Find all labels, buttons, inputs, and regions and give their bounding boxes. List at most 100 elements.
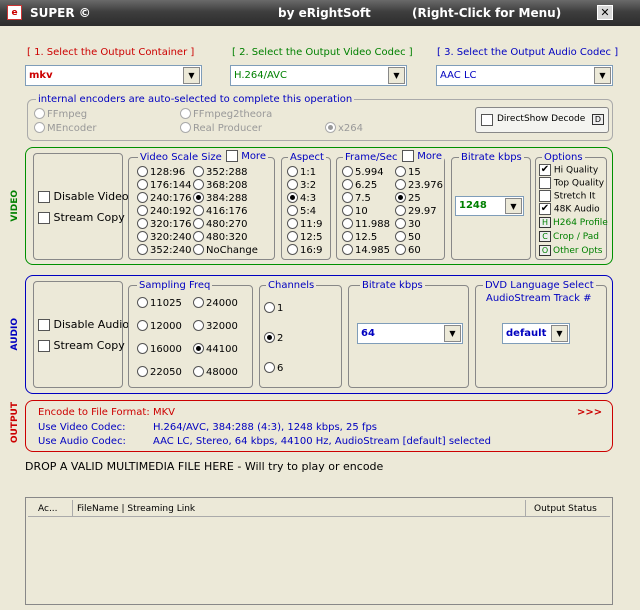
- radio-icon[interactable]: [342, 192, 353, 203]
- radio-icon[interactable]: [342, 166, 353, 177]
- radio-icon[interactable]: [193, 343, 204, 354]
- scale-option[interactable]: 480:320: [193, 231, 248, 244]
- freq-option[interactable]: 22050: [137, 366, 182, 379]
- radio-icon[interactable]: [193, 218, 204, 229]
- dvd-track-dropdown[interactable]: default ▼: [502, 323, 570, 344]
- h264-profile-button[interactable]: H H264 Profile: [539, 217, 608, 230]
- aspect-option[interactable]: 1:1: [287, 166, 316, 179]
- video-scale-more[interactable]: More: [224, 150, 268, 162]
- radio-icon[interactable]: [193, 205, 204, 216]
- fps-option[interactable]: 5.994: [342, 166, 384, 179]
- output-arrows[interactable]: >>>: [577, 406, 602, 419]
- radio-icon[interactable]: [342, 231, 353, 242]
- radio-icon[interactable]: [395, 205, 406, 216]
- scale-option[interactable]: 240:176: [137, 192, 192, 205]
- fps-option[interactable]: 15: [395, 166, 421, 179]
- radio-icon[interactable]: [137, 343, 148, 354]
- radio-icon[interactable]: [395, 244, 406, 255]
- scale-option[interactable]: 128:96: [137, 166, 185, 179]
- freq-option[interactable]: 48000: [193, 366, 238, 379]
- fps-option[interactable]: 14.985: [342, 244, 390, 257]
- encoder-ffmpeg2theora[interactable]: FFmpeg2theora: [180, 108, 272, 121]
- radio-icon[interactable]: [137, 244, 148, 255]
- aspect-option[interactable]: 5:4: [287, 205, 316, 218]
- aspect-option[interactable]: 12:5: [287, 231, 322, 244]
- video-bitrate-dropdown[interactable]: 1248 ▼: [455, 196, 524, 216]
- radio-icon[interactable]: [287, 218, 298, 229]
- scale-option[interactable]: 240:192: [137, 205, 192, 218]
- radio-icon[interactable]: [193, 192, 204, 203]
- fps-option[interactable]: 23.976: [395, 179, 443, 192]
- radio-icon[interactable]: [287, 179, 298, 190]
- scale-option[interactable]: 176:144: [137, 179, 192, 192]
- radio-icon[interactable]: [137, 218, 148, 229]
- chevron-down-icon[interactable]: ▼: [594, 67, 611, 84]
- freq-option[interactable]: 12000: [137, 320, 182, 333]
- 48k-audio-checkbox[interactable]: ✔ 48K Audio: [539, 203, 600, 216]
- other-opts-button[interactable]: O Other Opts: [539, 245, 602, 258]
- video-stream-copy-checkbox[interactable]: Stream Copy: [38, 211, 125, 224]
- directshow-checkbox[interactable]: [481, 114, 493, 126]
- disable-audio-checkbox[interactable]: Disable Audio: [38, 318, 129, 331]
- freq-option[interactable]: 24000: [193, 297, 238, 310]
- radio-icon[interactable]: [137, 297, 148, 308]
- audio-bitrate-dropdown[interactable]: 64 ▼: [357, 323, 463, 344]
- radio-icon[interactable]: [342, 244, 353, 255]
- radio-icon[interactable]: [137, 179, 148, 190]
- scale-option[interactable]: 368:208: [193, 179, 248, 192]
- fps-option[interactable]: 50: [395, 231, 421, 244]
- encoder-x264[interactable]: x264: [325, 122, 363, 135]
- radio-icon[interactable]: [193, 297, 204, 308]
- col-filename[interactable]: FileName | Streaming Link: [77, 504, 195, 514]
- scale-option[interactable]: 352:240: [137, 244, 192, 257]
- hi-quality-checkbox[interactable]: ✔ Hi Quality: [539, 164, 598, 177]
- aspect-option[interactable]: 16:9: [287, 244, 322, 257]
- channels-option[interactable]: 6: [264, 362, 283, 375]
- fps-option[interactable]: 25: [395, 192, 421, 205]
- channels-option[interactable]: 2: [264, 332, 283, 345]
- radio-icon[interactable]: [264, 362, 275, 373]
- radio-icon[interactable]: [137, 192, 148, 203]
- fps-option[interactable]: 6.25: [342, 179, 377, 192]
- freq-option[interactable]: 11025: [137, 297, 182, 310]
- radio-icon[interactable]: [137, 366, 148, 377]
- radio-icon[interactable]: [287, 231, 298, 242]
- radio-icon[interactable]: [342, 218, 353, 229]
- audio-stream-copy-checkbox[interactable]: Stream Copy: [38, 339, 125, 352]
- directshow-decode-button[interactable]: DirectShow Decode D: [475, 107, 609, 133]
- top-quality-checkbox[interactable]: Top Quality: [539, 177, 604, 190]
- channels-option[interactable]: 1: [264, 302, 283, 315]
- encoder-realproducer[interactable]: Real Producer: [180, 122, 262, 135]
- radio-icon[interactable]: [395, 231, 406, 242]
- file-list-table[interactable]: Ac... FileName | Streaming Link Output S…: [25, 497, 613, 605]
- fps-option[interactable]: 29.97: [395, 205, 437, 218]
- disable-video-checkbox[interactable]: Disable Video: [38, 190, 129, 203]
- fps-option[interactable]: 10: [342, 205, 368, 218]
- crop-pad-button[interactable]: C Crop / Pad: [539, 231, 599, 244]
- radio-icon[interactable]: [287, 244, 298, 255]
- radio-icon[interactable]: [193, 231, 204, 242]
- radio-icon[interactable]: [287, 205, 298, 216]
- scale-option[interactable]: NoChange: [193, 244, 258, 257]
- radio-icon[interactable]: [395, 166, 406, 177]
- aspect-option[interactable]: 3:2: [287, 179, 316, 192]
- radio-icon[interactable]: [287, 166, 298, 177]
- scale-option[interactable]: 416:176: [193, 205, 248, 218]
- freq-option[interactable]: 44100: [193, 343, 238, 356]
- fps-option[interactable]: 60: [395, 244, 421, 257]
- radio-icon[interactable]: [395, 179, 406, 190]
- encoder-mencoder[interactable]: MEncoder: [34, 122, 97, 135]
- radio-icon[interactable]: [193, 366, 204, 377]
- scale-option[interactable]: 480:270: [193, 218, 248, 231]
- chevron-down-icon[interactable]: ▼: [551, 325, 568, 342]
- scale-option[interactable]: 320:176: [137, 218, 192, 231]
- radio-icon[interactable]: [193, 179, 204, 190]
- fps-option[interactable]: 7.5: [342, 192, 371, 205]
- chevron-down-icon[interactable]: ▼: [183, 67, 200, 84]
- radio-icon[interactable]: [395, 192, 406, 203]
- radio-icon[interactable]: [193, 166, 204, 177]
- chevron-down-icon[interactable]: ▼: [388, 67, 405, 84]
- freq-option[interactable]: 16000: [137, 343, 182, 356]
- fps-option[interactable]: 12.5: [342, 231, 377, 244]
- encoder-ffmpeg[interactable]: FFmpeg: [34, 108, 87, 121]
